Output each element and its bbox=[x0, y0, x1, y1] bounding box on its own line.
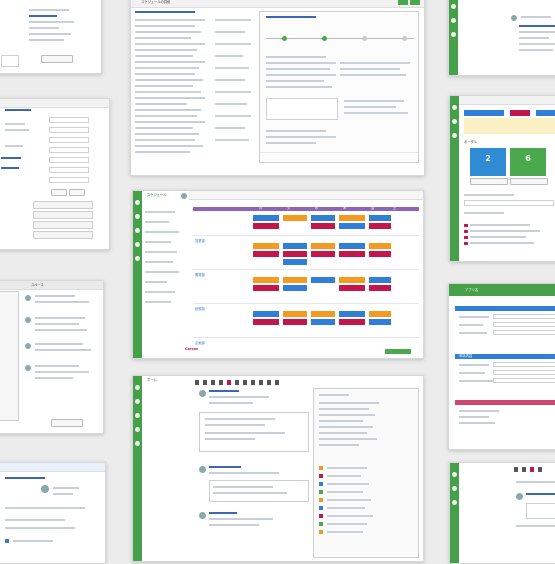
group-label-3: 総務部 bbox=[195, 307, 205, 311]
feed-title: ホーム bbox=[147, 378, 157, 382]
chat-title: スペース bbox=[31, 283, 44, 287]
tile-bottom-left bbox=[0, 462, 106, 564]
tile-title: スケジュールの詳細 bbox=[141, 0, 171, 4]
brand-logo: Garoon bbox=[185, 347, 199, 351]
app-title: アプリ名 bbox=[465, 288, 479, 292]
day-tue: 火 bbox=[287, 206, 291, 210]
group-label-2: 開発部 bbox=[195, 273, 205, 277]
tile-bottom-right bbox=[449, 462, 555, 564]
group-label-1: 営業部 bbox=[195, 239, 205, 243]
day-mon: 月 bbox=[259, 206, 263, 210]
user-avatar[interactable] bbox=[181, 193, 187, 199]
count-value-2: 6 bbox=[525, 154, 531, 163]
group-label-4: 企画部 bbox=[195, 341, 205, 345]
tile-app-form: アプリ名 申請内容 bbox=[448, 283, 555, 450]
tile-left-form bbox=[0, 98, 110, 250]
schedule-title: スケジュール bbox=[147, 193, 167, 197]
app-section: 申請内容 bbox=[459, 354, 473, 358]
form-button-2[interactable] bbox=[69, 189, 85, 196]
more-button[interactable] bbox=[41, 55, 73, 63]
tile-feed: ホーム bbox=[132, 375, 424, 562]
day-thu: 木 bbox=[343, 206, 347, 210]
portal-header: ポータル bbox=[464, 140, 478, 144]
count-value-1: 2 bbox=[485, 154, 491, 163]
tile-chat: スペース bbox=[0, 280, 104, 434]
tile-portal: ポータル 2 6 bbox=[449, 95, 555, 262]
tile-top-right bbox=[448, 0, 555, 76]
tile-schedule-grid: スケジュール 月 火 水 木 金 土 営業部 開発部 総務部 企画部 Garoo… bbox=[132, 190, 424, 359]
day-fri: 金 bbox=[371, 206, 375, 210]
form-button-1[interactable] bbox=[51, 189, 67, 196]
day-sat: 土 bbox=[393, 206, 397, 210]
chat-send-button[interactable] bbox=[51, 419, 83, 427]
day-wed: 水 bbox=[315, 206, 319, 210]
tile-schedule-detail: スケジュールの詳細 bbox=[130, 0, 425, 176]
tile-top-left bbox=[0, 0, 102, 74]
